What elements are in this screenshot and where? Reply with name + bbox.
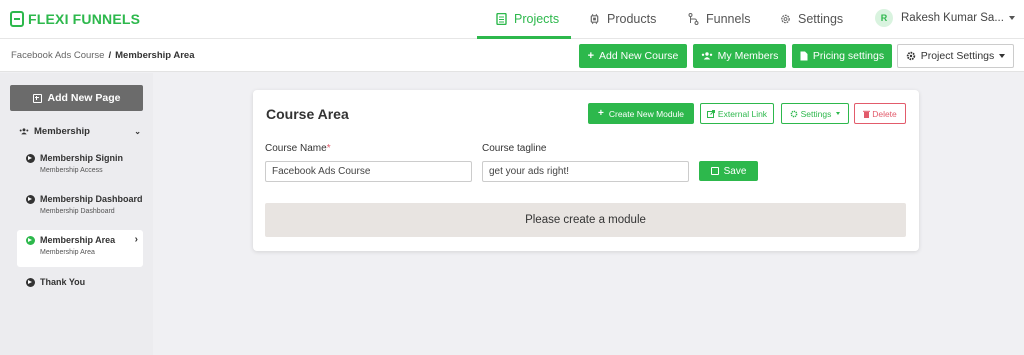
sidebar: Add New Page Membership ⌄ Membership Sig… <box>0 73 153 355</box>
breadcrumb-parent[interactable]: Facebook Ads Course <box>11 50 104 61</box>
my-members-label: My Members <box>717 50 779 62</box>
sidebar-item-subtitle: Membership Area <box>40 249 95 256</box>
sidebar-group-membership[interactable]: Membership ⌄ <box>19 126 141 137</box>
trash-icon <box>863 110 871 118</box>
breadcrumb-current: Membership Area <box>115 50 195 61</box>
arrow-circle-icon <box>26 277 35 287</box>
external-link-button[interactable]: External Link <box>700 103 774 124</box>
file-icon <box>800 51 808 61</box>
sidebar-item-title: Thank You <box>40 277 86 287</box>
add-new-page-label: Add New Page <box>47 92 121 104</box>
user-menu[interactable]: R Rakesh Kumar Sa... <box>875 9 1015 27</box>
add-new-course-label: Add New Course <box>599 50 679 62</box>
gear-icon <box>790 110 798 117</box>
sidebar-item-subtitle: Membership Access <box>40 167 103 174</box>
sidebar-item-title: Membership Signin <box>40 153 124 163</box>
nav-projects[interactable]: Projects <box>496 12 559 26</box>
breadcrumb: Facebook Ads Course / Membership Area <box>11 50 195 61</box>
arrow-circle-icon <box>26 194 35 204</box>
breadcrumb-separator: / <box>108 50 112 61</box>
nav-funnels[interactable]: Funnels <box>688 12 750 26</box>
card-title: Course Area <box>266 106 349 122</box>
sidebar-item-title: Membership Area <box>40 235 116 245</box>
create-new-module-label: Create New Module <box>608 108 684 119</box>
nav-funnels-label: Funnels <box>706 12 751 26</box>
sidebar-item-membership-signin[interactable]: Membership Signin Membership Access <box>17 148 143 185</box>
arrow-circle-icon <box>26 153 35 163</box>
chevron-down-icon: ⌄ <box>134 127 141 136</box>
chevron-down-icon <box>999 54 1006 58</box>
top-navbar: FLEXI FUNNELS Projects Products Funnels <box>0 0 1024 39</box>
logo-icon <box>10 11 24 27</box>
users-icon <box>701 52 712 60</box>
add-new-course-button[interactable]: + Add New Course <box>579 44 687 68</box>
empty-modules-message: Please create a module <box>265 203 906 237</box>
arrow-circle-icon <box>26 235 35 245</box>
funnel-branch-icon <box>688 13 699 25</box>
create-new-module-button[interactable]: + Create New Module <box>588 103 694 124</box>
brand-name-part2: FUNNELS <box>72 11 141 27</box>
project-settings-label: Project Settings <box>920 50 995 62</box>
nav-projects-label: Projects <box>514 12 560 26</box>
pricing-settings-label: Pricing settings <box>812 50 885 62</box>
save-icon <box>710 167 719 175</box>
card-settings-dropdown[interactable]: Settings <box>781 103 849 124</box>
plus-icon: + <box>598 108 604 119</box>
chevron-right-icon: › <box>134 234 138 245</box>
sidebar-item-subtitle: Membership Dashboard <box>40 208 115 215</box>
save-button[interactable]: Save <box>699 161 758 181</box>
sidebar-item-thank-you[interactable]: Thank You <box>17 272 143 309</box>
card-settings-label: Settings <box>800 108 832 119</box>
user-name: Rakesh Kumar Sa... <box>901 12 1004 24</box>
course-name-input[interactable] <box>265 161 472 182</box>
delete-label: Delete <box>872 108 897 119</box>
nav-settings-label: Settings <box>798 12 844 26</box>
sidebar-item-membership-dashboard[interactable]: Membership Dashboard Membership Dashboar… <box>17 189 143 226</box>
users-icon <box>19 128 29 135</box>
nav-products[interactable]: Products <box>589 12 656 26</box>
add-new-page-button[interactable]: Add New Page <box>10 85 143 111</box>
course-name-label-text: Course Name <box>265 143 327 154</box>
brand-name-part1: FLEXI <box>28 11 69 27</box>
sidebar-item-membership-area[interactable]: Membership Area Membership Area › <box>17 230 143 267</box>
document-icon <box>496 13 507 25</box>
course-tagline-input[interactable] <box>482 161 689 182</box>
nav-settings[interactable]: Settings <box>780 12 843 26</box>
external-link-icon <box>706 109 715 118</box>
plus-square-icon <box>32 93 42 103</box>
course-tagline-label: Course tagline <box>482 143 547 154</box>
save-label: Save <box>723 165 747 177</box>
nav-products-label: Products <box>607 12 657 26</box>
gear-icon <box>906 51 915 61</box>
my-members-button[interactable]: My Members <box>693 44 786 68</box>
sidebar-item-title: Membership Dashboard <box>40 194 143 204</box>
course-name-label: Course Name* <box>265 143 331 154</box>
gear-icon <box>781 14 790 24</box>
chip-icon <box>590 13 599 25</box>
pricing-settings-button[interactable]: Pricing settings <box>792 44 892 68</box>
chevron-down-icon <box>836 112 841 115</box>
project-settings-dropdown[interactable]: Project Settings <box>897 44 1014 68</box>
external-link-label: External Link <box>717 108 768 119</box>
avatar: R <box>875 9 893 27</box>
required-marker: * <box>326 143 331 154</box>
sidebar-group-label: Membership <box>34 126 90 137</box>
chevron-down-icon <box>1008 16 1015 20</box>
plus-icon: + <box>587 50 595 62</box>
course-area-card: Course Area + Create New Module External… <box>253 90 919 251</box>
brand-logo[interactable]: FLEXI FUNNELS <box>10 11 140 27</box>
delete-button[interactable]: Delete <box>854 103 906 124</box>
